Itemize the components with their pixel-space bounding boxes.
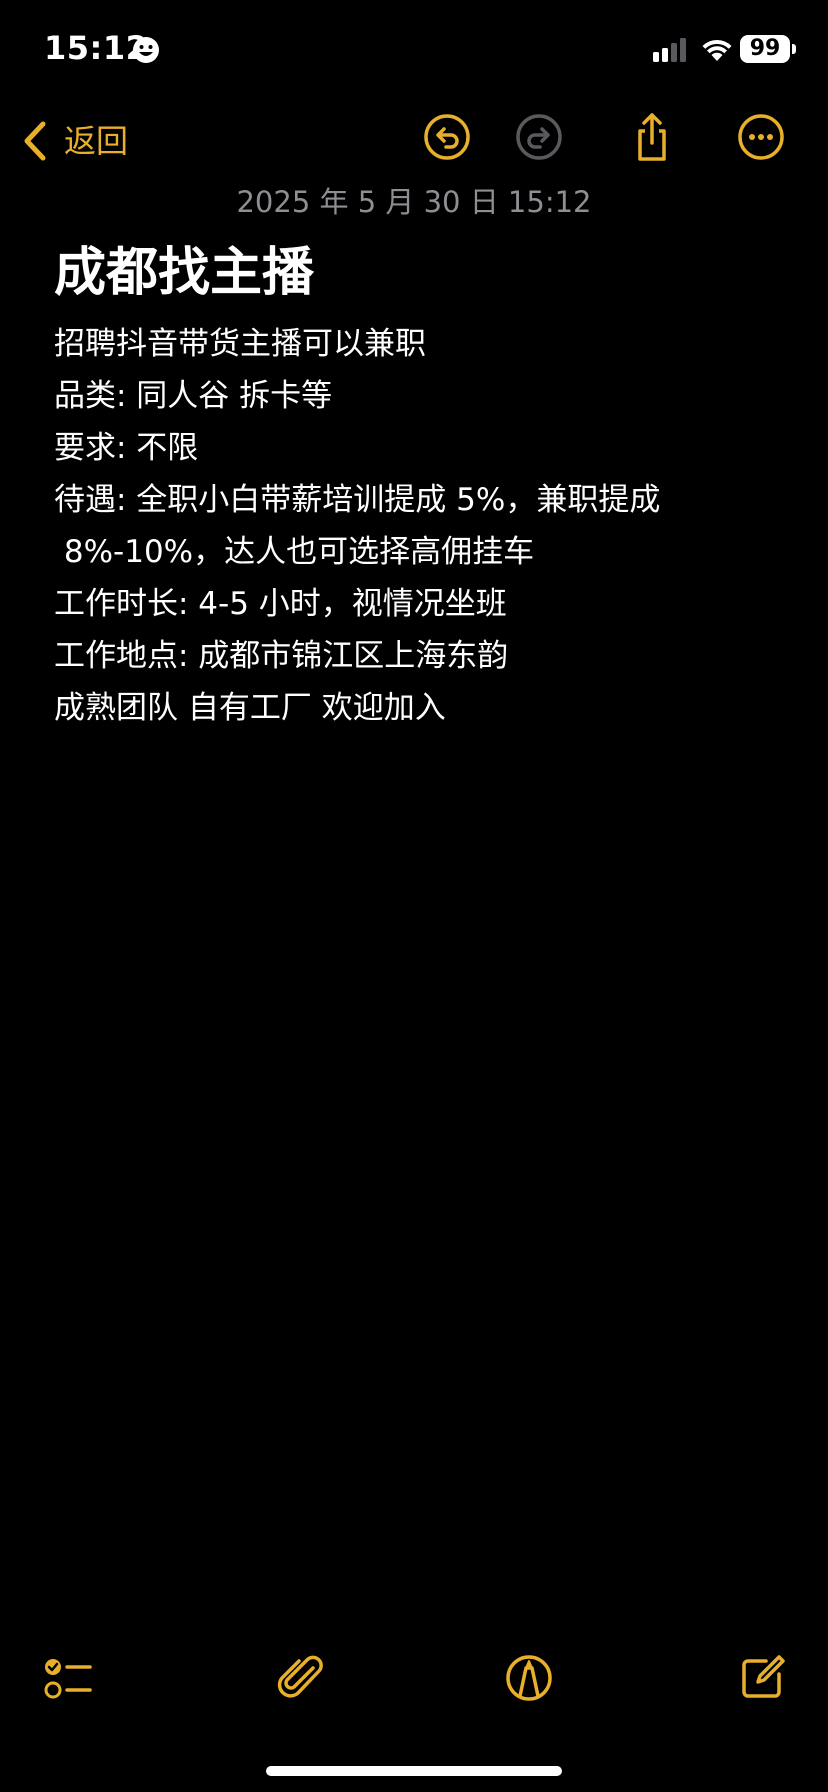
note-line: 成熟团队 自有工厂 欢迎加入	[54, 690, 446, 726]
wifi-icon	[702, 39, 732, 61]
markup-pen-icon[interactable]	[503, 1652, 555, 1704]
paperclip-icon[interactable]	[275, 1652, 327, 1704]
note-line: 工作时长: 4-5 小时，视情况坐班	[54, 586, 507, 622]
battery-level: 99	[740, 35, 790, 63]
cellular-signal-icon	[653, 38, 686, 62]
checklist-icon[interactable]	[42, 1652, 94, 1704]
compose-icon[interactable]	[736, 1652, 788, 1704]
note-line: 8%-10%，达人也可选择高佣挂车	[54, 534, 535, 570]
note-title[interactable]: 成都找主播	[54, 238, 314, 308]
back-button[interactable]: 返回	[22, 116, 128, 166]
back-label: 返回	[64, 122, 129, 160]
smiley-icon	[133, 37, 159, 63]
battery-nub	[792, 44, 796, 54]
note-line: 品类: 同人谷 拆卡等	[54, 378, 333, 414]
more-icon[interactable]	[736, 112, 786, 162]
status-bar: 15:12 99	[0, 0, 828, 100]
note-line: 要求: 不限	[54, 430, 199, 466]
note-date: 2025 年 5 月 30 日 15:12	[236, 185, 592, 219]
redo-icon[interactable]	[514, 112, 564, 162]
note-body[interactable]: 招聘抖音带货主播可以兼职 品类: 同人谷 拆卡等 要求: 不限 待遇: 全职小白…	[54, 318, 784, 734]
undo-icon[interactable]	[422, 112, 472, 162]
share-icon[interactable]	[627, 112, 677, 162]
note-line: 招聘抖音带货主播可以兼职	[54, 326, 426, 362]
home-indicator[interactable]	[266, 1766, 562, 1776]
chevron-left-icon	[24, 121, 46, 161]
note-line: 待遇: 全职小白带薪培训提成 5%，兼职提成	[54, 482, 661, 518]
note-line: 工作地点: 成都市锦江区上海东韵	[54, 638, 509, 674]
